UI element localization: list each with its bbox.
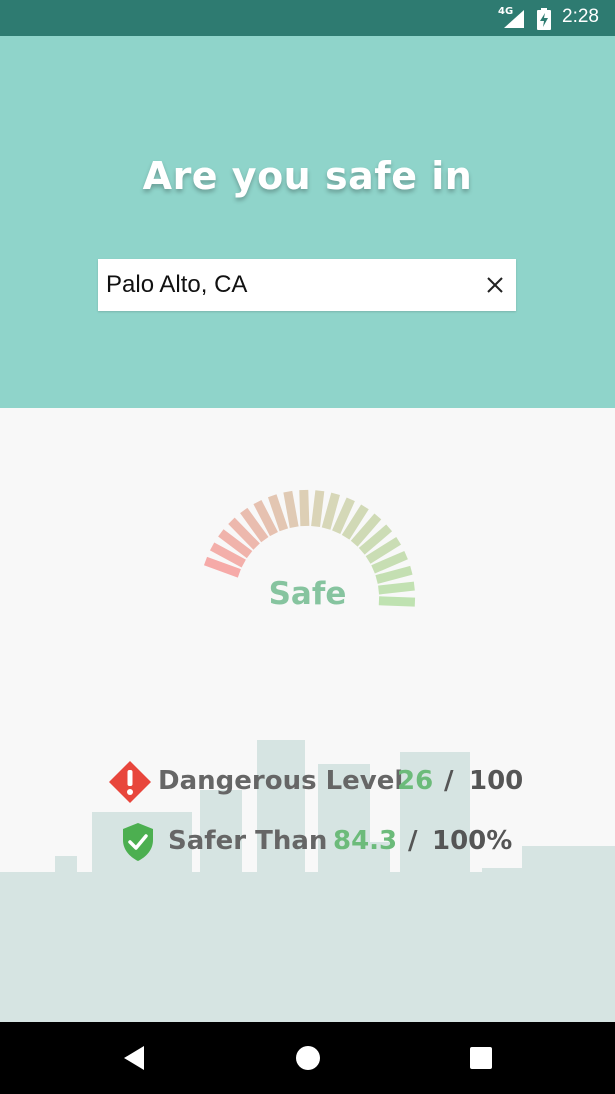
safer-than-separator: /: [408, 826, 418, 856]
dangerous-level-row: Dangerous Level 26 / 100: [0, 760, 615, 804]
dangerous-level-max: 100: [469, 766, 524, 796]
gauge-tick: [299, 489, 310, 527]
home-icon[interactable]: [296, 1046, 320, 1070]
gauge-tick: [283, 490, 299, 528]
page-title: Are you safe in: [142, 154, 473, 198]
location-input[interactable]: [106, 259, 466, 311]
status-bar: 4G 2:28: [0, 0, 615, 36]
close-icon[interactable]: [484, 274, 506, 296]
dangerous-level-value: 26: [397, 766, 434, 796]
location-search-box[interactable]: [98, 259, 516, 311]
signal-icon: [504, 10, 524, 28]
clock: 2:28: [562, 6, 599, 27]
safety-gauge: Safe: [0, 408, 615, 708]
safer-than-value: 84.3: [333, 826, 398, 856]
safer-than-max: 100%: [432, 826, 513, 856]
safer-than-label: Safer Than: [168, 826, 328, 856]
recents-icon[interactable]: [470, 1047, 492, 1069]
shield-check-icon: [123, 823, 153, 861]
back-icon[interactable]: [122, 1046, 146, 1070]
gauge-tick: [321, 492, 340, 530]
battery-charging-icon: [537, 8, 551, 30]
navigation-bar: [0, 1022, 615, 1094]
dangerous-level-separator: /: [444, 766, 454, 796]
gauge-status-label: Safe: [268, 576, 347, 612]
safer-than-row: Safer Than 84.3 / 100%: [0, 820, 615, 864]
header: Are you safe in: [0, 36, 615, 408]
gauge-arc: [203, 489, 416, 607]
gauge-tick: [311, 490, 325, 528]
dangerous-level-label: Dangerous Level: [158, 766, 404, 796]
warning-diamond-icon: [109, 761, 151, 803]
